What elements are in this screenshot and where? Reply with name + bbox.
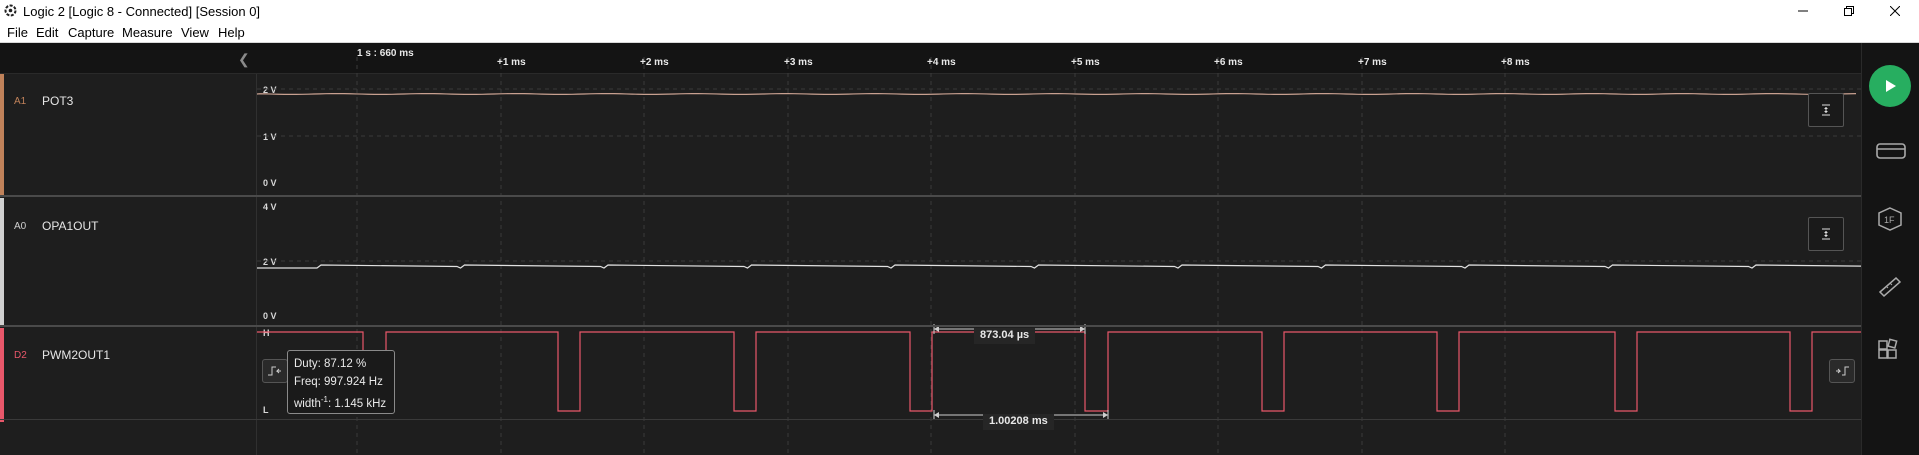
pwm2out1-trace	[257, 331, 1861, 412]
autoscale-button-pot3[interactable]	[1808, 93, 1844, 127]
ruler-tick-label: +5 ms	[1071, 57, 1100, 68]
ruler-tick-label: +6 ms	[1214, 57, 1243, 68]
menu-view[interactable]: View	[181, 25, 209, 40]
measurement-tooltip: Duty: 87.12 % Freq: 997.924 Hz width-1: …	[287, 350, 395, 414]
prev-edge-button[interactable]	[262, 359, 288, 383]
channel-separator[interactable]	[0, 195, 1861, 197]
menu-edit[interactable]: Edit	[36, 25, 58, 40]
ruler-tick-label: +7 ms	[1358, 57, 1387, 68]
fit-vertical-icon	[1822, 104, 1830, 116]
pulse-width-label: 873.04 µs	[974, 328, 1036, 344]
period-label: 1.00208 ms	[983, 414, 1054, 430]
duty-cycle-value: Duty: 87.12 %	[294, 358, 367, 370]
ruler-tick-label: +1 ms	[497, 57, 526, 68]
y-label: 0 V	[263, 178, 277, 188]
window-titlebar: Logic 2 [Logic 8 - Connected] [Session 0…	[0, 0, 1919, 22]
next-edge-button[interactable]	[1829, 359, 1855, 383]
time-grid	[356, 57, 1506, 455]
prev-edge-icon	[268, 366, 281, 376]
close-icon	[1890, 6, 1900, 16]
y-label: H	[263, 328, 270, 338]
y-label: 1 V	[263, 132, 277, 142]
ruler-tick-label: +2 ms	[640, 57, 669, 68]
extensions-icon[interactable]: 1F	[1876, 206, 1904, 232]
layout-icon[interactable]	[1876, 338, 1902, 364]
ruler-origin-label: 1 s : 660 ms	[357, 48, 414, 59]
minimize-button[interactable]	[1780, 0, 1826, 22]
y-label: 0 V	[263, 311, 277, 321]
y-label: 4 V	[263, 202, 277, 212]
menu-capture[interactable]: Capture	[68, 25, 114, 40]
ruler-tick-label: +8 ms	[1501, 57, 1530, 68]
waveform-view[interactable]: 1 s : 660 ms +1 ms +2 ms +3 ms +4 ms +5 ms +6…	[0, 43, 1861, 455]
window-title: Logic 2 [Logic 8 - Connected] [Session 0…	[23, 4, 261, 19]
menu-measure[interactable]: Measure	[122, 25, 173, 40]
play-icon	[1886, 80, 1896, 92]
start-capture-button[interactable]	[1869, 65, 1911, 107]
measure-ruler-icon[interactable]	[1876, 274, 1904, 298]
analyzers-icon[interactable]	[1876, 141, 1906, 161]
opa1out-trace	[257, 264, 1861, 269]
ruler-labels: 1 s : 660 ms +1 ms +2 ms +3 ms +4 ms +5 ms +6…	[357, 48, 1530, 68]
ruler-tick-label: +3 ms	[784, 57, 813, 68]
fit-vertical-icon	[1822, 228, 1830, 240]
y-label: 2 V	[263, 257, 277, 267]
frequency-value: Freq: 997.924 Hz	[294, 375, 383, 388]
ruler-tick-label: +4 ms	[927, 57, 956, 68]
minimize-icon	[1798, 10, 1808, 12]
autoscale-button-opa1out[interactable]	[1808, 217, 1844, 251]
channel-separator	[0, 419, 1861, 420]
restore-button[interactable]	[1826, 0, 1872, 22]
y-label: L	[263, 405, 269, 415]
channel-separator[interactable]	[0, 325, 1861, 327]
menu-bar: File Edit Capture Measure View Help	[0, 22, 1919, 43]
app-logo-icon	[4, 4, 17, 17]
next-edge-icon	[1836, 366, 1849, 376]
restore-icon	[1844, 6, 1854, 16]
pot3-trace	[256, 92, 1857, 96]
svg-text:1F: 1F	[1884, 215, 1895, 225]
menu-help[interactable]: Help	[218, 25, 245, 40]
right-sidebar: 1F	[1861, 43, 1919, 455]
menu-file[interactable]: File	[7, 25, 28, 40]
width-inverse-value: width-1: 1.145 kHz	[294, 395, 387, 410]
close-button[interactable]	[1872, 0, 1918, 22]
